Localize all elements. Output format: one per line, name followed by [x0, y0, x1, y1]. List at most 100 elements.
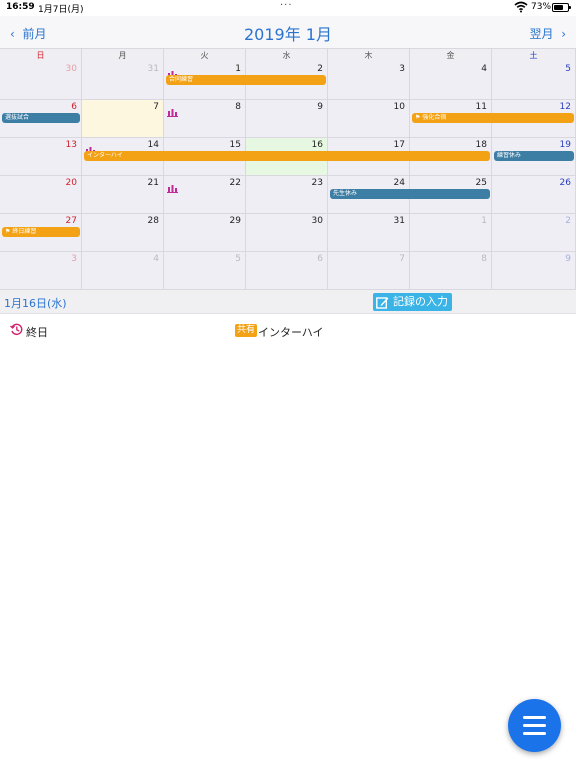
day-number: 7: [399, 254, 405, 264]
chart-icon: [167, 64, 178, 79]
allday-label: 終日: [26, 326, 48, 339]
day-number: 27: [65, 216, 77, 226]
calendar-day-cell[interactable]: 5: [164, 252, 246, 290]
event-bar-label: 強化合宿: [422, 114, 447, 121]
calendar-day-cell[interactable]: 7: [328, 252, 410, 290]
weekday-label: 土: [492, 49, 576, 62]
calendar-day-cell[interactable]: 10: [328, 100, 410, 138]
day-number: 13: [65, 140, 77, 150]
calendar-day-cell[interactable]: 3: [328, 62, 410, 100]
calendar-day-cell[interactable]: 5: [492, 62, 576, 100]
day-number: 2: [317, 64, 323, 74]
weekday-header: 日月火水木金土: [0, 48, 576, 62]
calendar-day-cell[interactable]: 6: [246, 252, 328, 290]
calendar-day-cell[interactable]: 22: [164, 176, 246, 214]
day-number: 8: [481, 254, 487, 264]
day-number: 4: [153, 254, 159, 264]
flag-icon: ⚑: [5, 228, 11, 235]
day-number: 25: [475, 178, 487, 188]
event-bar[interactable]: ⚑ 終日練習: [2, 227, 80, 237]
day-number: 21: [147, 178, 159, 188]
selected-day-header: 1月16日(水) 記録の入力: [0, 290, 576, 314]
calendar-day-cell[interactable]: 7: [82, 100, 164, 138]
day-number: 30: [65, 64, 77, 74]
calendar-day-cell[interactable]: 29: [164, 214, 246, 252]
selected-date: 1月16日(水): [4, 297, 67, 310]
day-number: 11: [475, 102, 487, 112]
calendar-day-cell[interactable]: 9: [492, 252, 576, 290]
chart-icon: [85, 140, 96, 155]
day-number: 1: [481, 216, 487, 226]
event-bar[interactable]: 練習休み: [494, 151, 574, 161]
day-number: 31: [147, 64, 159, 74]
calendar-grid: 30 31 1 2 3 4 5 6 7 8 9 10 11 12 13 14 15 16 17 18 19 20 21 22 2…: [0, 62, 576, 290]
status-date: 1月7日(月): [38, 5, 84, 15]
event-bar-label: 選抜試合: [5, 114, 30, 121]
record-entry-label: 記録の入力: [393, 295, 448, 308]
calendar-day-cell[interactable]: 30: [0, 62, 82, 100]
calendar-day-cell[interactable]: 26: [492, 176, 576, 214]
calendar-day-cell[interactable]: 28: [82, 214, 164, 252]
calendar-day-cell[interactable]: 31: [82, 62, 164, 100]
event-bar-label: インターハイ: [87, 152, 123, 159]
record-entry-button[interactable]: 記録の入力: [373, 293, 452, 311]
status-time: 16:59: [6, 2, 35, 12]
chart-icon: [167, 102, 178, 117]
day-number: 23: [311, 178, 323, 188]
calendar-day-cell[interactable]: 30: [246, 214, 328, 252]
day-number: 17: [393, 140, 405, 150]
day-number: 6: [317, 254, 323, 264]
day-number: 6: [71, 102, 77, 112]
menu-fab-button[interactable]: [508, 699, 561, 752]
calendar-day-cell[interactable]: 23: [246, 176, 328, 214]
event-bar-label: 終日練習: [12, 228, 37, 235]
day-number: 18: [475, 140, 487, 150]
day-number: 22: [229, 178, 241, 188]
day-number: 7: [153, 102, 159, 112]
day-number: 14: [147, 140, 159, 150]
day-number: 1: [235, 64, 241, 74]
day-number: 19: [559, 140, 571, 150]
weekday-label: 火: [164, 49, 246, 62]
wifi-icon: [514, 1, 528, 13]
day-number: 5: [235, 254, 241, 264]
day-number: 10: [393, 102, 405, 112]
event-bar[interactable]: インターハイ: [84, 151, 490, 161]
calendar-day-cell[interactable]: 2: [492, 214, 576, 252]
event-list-item[interactable]: 終日 共有 インターハイ: [0, 320, 576, 342]
calendar-day-cell[interactable]: 13: [0, 138, 82, 176]
event-bar[interactable]: 先生休み: [330, 189, 490, 199]
edit-icon: [376, 296, 389, 309]
calendar-day-cell[interactable]: 21: [82, 176, 164, 214]
calendar-day-cell[interactable]: 1: [410, 214, 492, 252]
battery-icon: [552, 3, 571, 12]
day-number: 29: [229, 216, 241, 226]
event-bar[interactable]: 選抜試合: [2, 113, 80, 123]
history-clock-icon: [10, 323, 23, 335]
calendar-day-cell[interactable]: 8: [410, 252, 492, 290]
day-number: 31: [393, 216, 405, 226]
calendar-day-cell[interactable]: 4: [82, 252, 164, 290]
weekday-label: 金: [410, 49, 492, 62]
day-number: 2: [565, 216, 571, 226]
multitasking-dots-icon: ···: [280, 0, 293, 11]
event-bar[interactable]: 合同練習: [166, 75, 326, 85]
calendar-day-cell[interactable]: 31: [328, 214, 410, 252]
event-bar[interactable]: ⚑ 強化合宿: [412, 113, 574, 123]
next-month-button[interactable]: 翌月 ›: [530, 25, 566, 42]
weekday-label: 水: [246, 49, 328, 62]
calendar-day-cell[interactable]: 8: [164, 100, 246, 138]
calendar-day-cell[interactable]: 20: [0, 176, 82, 214]
day-number: 9: [317, 102, 323, 112]
calendar-day-cell[interactable]: 4: [410, 62, 492, 100]
calendar-day-cell[interactable]: 3: [0, 252, 82, 290]
calendar-day-cell[interactable]: 9: [246, 100, 328, 138]
day-number: 20: [65, 178, 77, 188]
weekday-label: 日: [0, 49, 82, 62]
day-number: 30: [311, 216, 323, 226]
hamburger-icon: [523, 716, 546, 719]
event-bar-label: 先生休み: [333, 190, 358, 197]
event-name: インターハイ: [258, 326, 324, 339]
day-number: 5: [565, 64, 571, 74]
status-bar: 16:59 1月7日(月) ··· 73%: [0, 0, 576, 16]
